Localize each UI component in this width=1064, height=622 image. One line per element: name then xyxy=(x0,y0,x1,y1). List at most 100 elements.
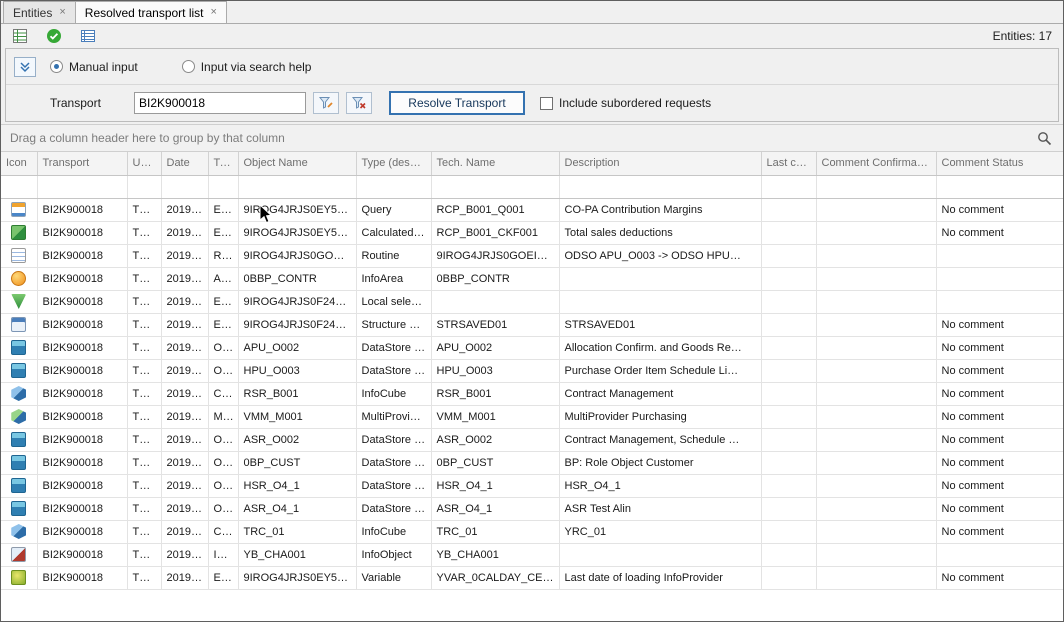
icon-cell xyxy=(1,244,37,267)
cell-transport: BI2K900018 xyxy=(37,566,127,589)
table-row[interactable]: BI2K900018TS…20190…OD…0BP_CUSTDataStore … xyxy=(1,451,1063,474)
table-row[interactable]: BI2K900018TS…20190…OD…ASR_O002DataStore … xyxy=(1,428,1063,451)
filter-cell-9[interactable] xyxy=(761,175,816,198)
table-row[interactable]: BI2K900018TS…20190…OD…ASR_O4_1DataStore … xyxy=(1,497,1063,520)
table-row[interactable]: BI2K900018TS…20190…OD…HPU_O003DataStore … xyxy=(1,359,1063,382)
cell-object_name: RSR_B001 xyxy=(238,382,356,405)
cell-last_comment xyxy=(761,267,816,290)
list-view-button[interactable] xyxy=(78,26,98,46)
group-by-hint: Drag a column header here to group by th… xyxy=(10,131,285,145)
table-row[interactable]: BI2K900018TS…20190…IOBJYB_CHA001InfoObje… xyxy=(1,543,1063,566)
table-row[interactable]: BI2K900018TS…20190…AREA0BBP_CONTRInfoAre… xyxy=(1,267,1063,290)
column-header-11[interactable]: Comment Status xyxy=(936,152,1063,175)
radio-search-help-label: Input via search help xyxy=(201,60,312,74)
filter-cell-8[interactable] xyxy=(559,175,761,198)
filter-cell-10[interactable] xyxy=(816,175,936,198)
column-header-6[interactable]: Type (descrip… xyxy=(356,152,431,175)
search-button[interactable] xyxy=(1034,128,1054,148)
cell-object_name: ASR_O4_1 xyxy=(238,497,356,520)
cell-transport: BI2K900018 xyxy=(37,405,127,428)
cell-date: 20190… xyxy=(161,543,208,566)
table-row[interactable]: BI2K900018TS…20190…ELEM9IROG4JRJS0F241W…… xyxy=(1,290,1063,313)
icon-cell xyxy=(1,405,37,428)
table-row[interactable]: BI2K900018TS…20190…ELEM9IROG4JRJS0EY5Q3…… xyxy=(1,198,1063,221)
cell-description: ODSO APU_O003 -> ODSO HPU… xyxy=(559,244,761,267)
cell-user: TS… xyxy=(127,359,161,382)
column-header-0[interactable]: Icon xyxy=(1,152,37,175)
variable-icon xyxy=(11,570,26,585)
cell-tech_name: TRC_01 xyxy=(431,520,559,543)
table-row[interactable]: BI2K900018TS…20190…CUBETRC_01InfoCubeTRC… xyxy=(1,520,1063,543)
filter-cell-5[interactable] xyxy=(238,175,356,198)
cell-comment_status xyxy=(936,290,1063,313)
cell-type: OD… xyxy=(208,451,238,474)
cell-date: 20190… xyxy=(161,267,208,290)
cell-user: TS… xyxy=(127,244,161,267)
collapse-panel-button[interactable] xyxy=(14,57,36,77)
table-row[interactable]: BI2K900018TS…20190…ELEM9IROG4JRJS0EY5Q3…… xyxy=(1,221,1063,244)
radio-input-via-search-help[interactable]: Input via search help xyxy=(182,60,312,74)
filter-cell-2[interactable] xyxy=(127,175,161,198)
cell-transport: BI2K900018 xyxy=(37,428,127,451)
radio-manual-input[interactable]: Manual input xyxy=(50,60,138,74)
cell-user: TS… xyxy=(127,566,161,589)
table-row[interactable]: BI2K900018TS…20190…OD…APU_O002DataStore … xyxy=(1,336,1063,359)
cell-user: TS… xyxy=(127,543,161,566)
column-header-4[interactable]: Type xyxy=(208,152,238,175)
filter-cell-1[interactable] xyxy=(37,175,127,198)
filter-cell-11[interactable] xyxy=(936,175,1063,198)
icon-cell xyxy=(1,428,37,451)
export-grid-icon xyxy=(12,28,28,44)
export-grid-button[interactable] xyxy=(10,26,30,46)
column-header-5[interactable]: Object Name xyxy=(238,152,356,175)
cell-type: OD… xyxy=(208,474,238,497)
transport-input[interactable] xyxy=(134,92,306,114)
cell-type_desc: Query xyxy=(356,198,431,221)
group-by-panel[interactable]: Drag a column header here to group by th… xyxy=(1,124,1063,152)
tab-resolved-transport-list[interactable]: Resolved transport list × xyxy=(75,1,227,23)
icon-cell xyxy=(1,267,37,290)
cell-type_desc: Routine xyxy=(356,244,431,267)
close-icon[interactable]: × xyxy=(59,7,65,18)
close-icon[interactable]: × xyxy=(211,7,217,18)
confirm-button[interactable] xyxy=(44,26,64,46)
filter-cell-3[interactable] xyxy=(161,175,208,198)
column-header-8[interactable]: Description xyxy=(559,152,761,175)
tab-entities[interactable]: Entities × xyxy=(3,1,76,23)
table-row[interactable]: BI2K900018TS…20190…OD…HSR_O4_1DataStore … xyxy=(1,474,1063,497)
infocube-icon xyxy=(11,524,26,539)
column-header-1[interactable]: Transport xyxy=(37,152,127,175)
cell-tech_name xyxy=(431,290,559,313)
cell-comment_status: No comment xyxy=(936,474,1063,497)
include-subordered-checkbox[interactable]: Include subordered requests xyxy=(540,96,711,110)
filter-cell-6[interactable] xyxy=(356,175,431,198)
filter-edit-button[interactable] xyxy=(313,92,339,114)
column-header-7[interactable]: Tech. Name xyxy=(431,152,559,175)
cell-date: 20190… xyxy=(161,451,208,474)
table-row[interactable]: BI2K900018TS…20190…ELEM9IROG4JRJS0EY5PZ…… xyxy=(1,566,1063,589)
cell-type: ELEM xyxy=(208,313,238,336)
filter-cell-0[interactable] xyxy=(1,175,37,198)
input-mode-row: Manual input Input via search help xyxy=(6,49,1058,85)
table-row[interactable]: BI2K900018TS…20190…RO…9IROG4JRJS0GOEI6…R… xyxy=(1,244,1063,267)
table-row[interactable]: BI2K900018TS…20190…MP…VMM_M001MultiProvi… xyxy=(1,405,1063,428)
cell-last_comment xyxy=(761,244,816,267)
filter-cell-4[interactable] xyxy=(208,175,238,198)
cell-date: 20190… xyxy=(161,497,208,520)
column-header-3[interactable]: Date xyxy=(161,152,208,175)
table-row[interactable]: BI2K900018TS…20190…CUBERSR_B001InfoCubeR… xyxy=(1,382,1063,405)
app-window: Entities × Resolved transport list × Ent… xyxy=(0,0,1064,622)
filter-cell-7[interactable] xyxy=(431,175,559,198)
cell-last_comment xyxy=(761,359,816,382)
cell-user: TS… xyxy=(127,405,161,428)
cell-tech_name: HSR_O4_1 xyxy=(431,474,559,497)
resolve-transport-button[interactable]: Resolve Transport xyxy=(389,91,525,115)
icon-cell xyxy=(1,382,37,405)
column-header-9[interactable]: Last commenti… xyxy=(761,152,816,175)
tab-entities-label: Entities xyxy=(13,6,52,20)
filter-clear-button[interactable] xyxy=(346,92,372,114)
column-header-10[interactable]: Comment Confirmation xyxy=(816,152,936,175)
table-row[interactable]: BI2K900018TS…20190…ELEM9IROG4JRJS0F241W…… xyxy=(1,313,1063,336)
column-header-2[interactable]: User xyxy=(127,152,161,175)
cell-object_name: YB_CHA001 xyxy=(238,543,356,566)
